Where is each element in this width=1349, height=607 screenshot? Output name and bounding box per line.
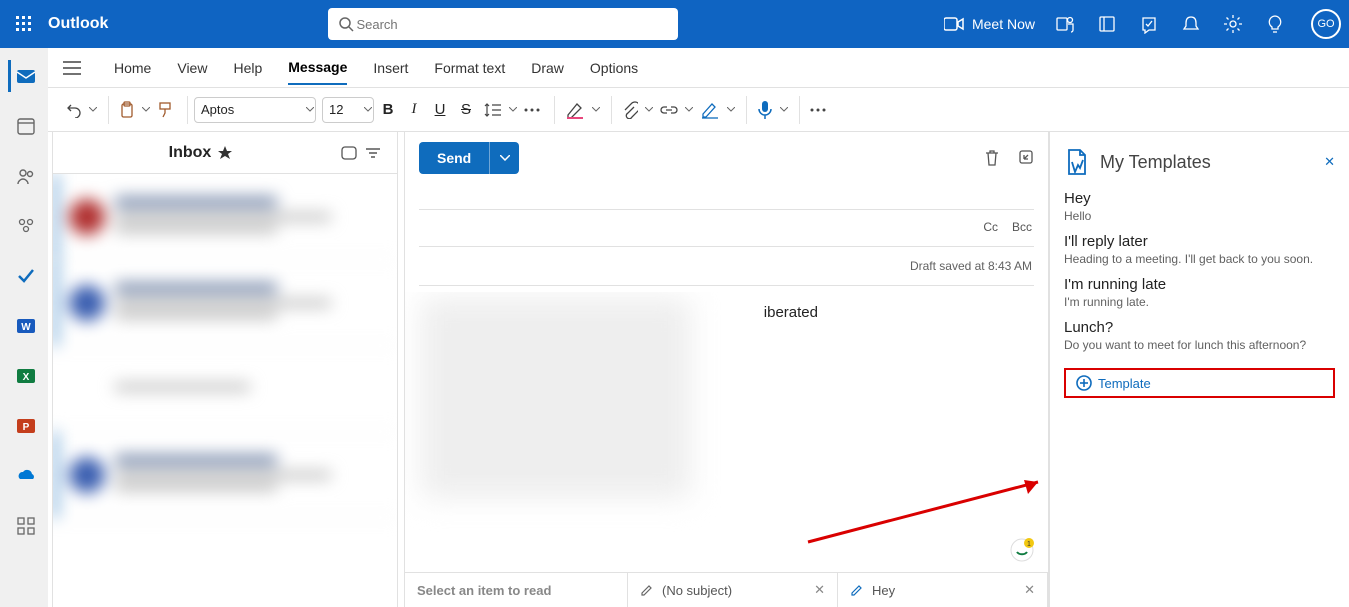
reading-placeholder: Select an item to read bbox=[405, 573, 628, 607]
account-avatar[interactable]: GO bbox=[1311, 9, 1341, 39]
templates-title: My Templates bbox=[1100, 152, 1211, 173]
rail-todo[interactable] bbox=[8, 260, 40, 292]
tab-format-text[interactable]: Format text bbox=[434, 52, 505, 84]
rail-powerpoint[interactable]: P bbox=[8, 410, 40, 442]
message-list-pane: Inbox bbox=[52, 132, 398, 607]
paste-button[interactable] bbox=[115, 96, 139, 124]
more-commands-button[interactable] bbox=[806, 96, 830, 124]
tab-home[interactable]: Home bbox=[114, 52, 151, 84]
draft-tab-hey[interactable]: Hey ✕ bbox=[838, 573, 1048, 607]
my-day-icon[interactable] bbox=[1137, 12, 1161, 36]
draft-tab-no-subject[interactable]: (No subject) ✕ bbox=[628, 573, 838, 607]
rail-mail[interactable] bbox=[8, 60, 40, 92]
star-icon[interactable] bbox=[217, 145, 233, 161]
font-name-select[interactable]: Aptos bbox=[194, 97, 316, 123]
close-templates-button[interactable]: ✕ bbox=[1324, 154, 1335, 170]
tab-message[interactable]: Message bbox=[288, 51, 347, 85]
tab-help[interactable]: Help bbox=[233, 52, 262, 84]
tab-draw[interactable]: Draw bbox=[531, 52, 564, 84]
strike-button[interactable]: S bbox=[454, 96, 478, 124]
command-tabs: Home View Help Message Insert Format tex… bbox=[48, 48, 1349, 88]
send-button[interactable]: Send bbox=[419, 142, 519, 174]
editor-badge-icon[interactable]: 1 bbox=[1010, 538, 1034, 562]
format-painter-button[interactable] bbox=[153, 96, 177, 124]
message-item[interactable] bbox=[53, 174, 397, 260]
link-button[interactable] bbox=[656, 96, 682, 124]
notifications-icon[interactable] bbox=[1179, 12, 1203, 36]
template-item[interactable]: Lunch? Do you want to meet for lunch thi… bbox=[1064, 319, 1335, 352]
tab-view[interactable]: View bbox=[177, 52, 207, 84]
dictate-button[interactable] bbox=[753, 96, 777, 124]
compose-body[interactable]: iberated 1 bbox=[405, 292, 1048, 572]
more-formatting-button[interactable] bbox=[520, 96, 544, 124]
teams-icon[interactable] bbox=[1053, 12, 1077, 36]
close-tab-icon[interactable]: ✕ bbox=[814, 582, 825, 598]
paste-split[interactable] bbox=[141, 107, 151, 112]
pencil-icon bbox=[850, 583, 864, 597]
rail-people[interactable] bbox=[8, 160, 40, 192]
search-box[interactable] bbox=[328, 8, 678, 40]
video-icon bbox=[944, 17, 964, 31]
font-size-select[interactable]: 12 bbox=[322, 97, 374, 123]
undo-button[interactable] bbox=[62, 96, 86, 124]
tips-icon[interactable] bbox=[1263, 12, 1287, 36]
draft-status: Draft saved at 8:43 AM bbox=[910, 259, 1032, 273]
app-launcher[interactable] bbox=[8, 8, 40, 40]
pencil-icon bbox=[640, 583, 654, 597]
line-spacing-split[interactable] bbox=[508, 107, 518, 112]
rail-groups[interactable] bbox=[8, 210, 40, 242]
suite-header: Outlook Meet Now GO bbox=[0, 0, 1349, 48]
rail-more-apps[interactable] bbox=[8, 510, 40, 542]
close-tab-icon[interactable]: ✕ bbox=[1024, 582, 1035, 598]
signature-button[interactable] bbox=[696, 96, 724, 124]
italic-button[interactable]: I bbox=[402, 96, 426, 124]
bold-button[interactable]: B bbox=[376, 96, 400, 124]
discard-button[interactable] bbox=[984, 149, 1000, 167]
cc-button[interactable]: Cc bbox=[983, 220, 998, 234]
settings-icon[interactable] bbox=[1221, 12, 1245, 36]
template-item[interactable]: Hey Hello bbox=[1064, 190, 1335, 223]
styles-button[interactable] bbox=[561, 96, 589, 124]
tab-insert[interactable]: Insert bbox=[373, 52, 408, 84]
plus-circle-icon bbox=[1076, 375, 1092, 391]
rail-onedrive[interactable] bbox=[8, 460, 40, 492]
app-rail: W X P bbox=[0, 48, 48, 607]
svg-text:P: P bbox=[22, 422, 29, 433]
undo-split[interactable] bbox=[88, 107, 98, 112]
templates-icon bbox=[1064, 148, 1090, 176]
svg-text:1: 1 bbox=[1027, 541, 1031, 548]
message-item[interactable] bbox=[53, 432, 397, 518]
reading-tabs: Select an item to read (No subject) ✕ He… bbox=[405, 572, 1048, 607]
nav-toggle[interactable] bbox=[56, 61, 88, 75]
onenote-feed-icon[interactable] bbox=[1095, 12, 1119, 36]
my-templates-pane: My Templates ✕ Hey Hello I'll reply late… bbox=[1049, 132, 1349, 607]
message-list[interactable] bbox=[53, 174, 397, 607]
inbox-title: Inbox bbox=[65, 144, 337, 162]
rail-word[interactable]: W bbox=[8, 310, 40, 342]
svg-text:W: W bbox=[21, 322, 31, 333]
line-spacing-button[interactable] bbox=[480, 96, 506, 124]
svg-text:X: X bbox=[22, 372, 29, 383]
compose-pane: Send Cc Bcc Draft saved at 8:43 AM bbox=[404, 132, 1049, 607]
select-mode-button[interactable] bbox=[337, 139, 361, 167]
rail-excel[interactable]: X bbox=[8, 360, 40, 392]
meet-now-button[interactable]: Meet Now bbox=[944, 16, 1035, 32]
add-template-button[interactable]: Template bbox=[1064, 368, 1335, 398]
template-item[interactable]: I'm running late I'm running late. bbox=[1064, 276, 1335, 309]
popout-button[interactable] bbox=[1018, 149, 1034, 167]
tab-options[interactable]: Options bbox=[590, 52, 638, 84]
send-split[interactable] bbox=[489, 142, 519, 174]
brand-title: Outlook bbox=[48, 15, 108, 33]
message-item[interactable] bbox=[53, 346, 397, 432]
underline-button[interactable]: U bbox=[428, 96, 452, 124]
search-input[interactable] bbox=[354, 16, 668, 33]
bcc-button[interactable]: Bcc bbox=[1012, 220, 1032, 234]
message-item[interactable] bbox=[53, 260, 397, 346]
ribbon: Aptos 12 B I U S bbox=[48, 88, 1349, 132]
filter-button[interactable] bbox=[361, 139, 385, 167]
search-icon bbox=[338, 16, 354, 32]
attach-button[interactable] bbox=[618, 96, 642, 124]
template-item[interactable]: I'll reply later Heading to a meeting. I… bbox=[1064, 233, 1335, 266]
rail-calendar[interactable] bbox=[8, 110, 40, 142]
